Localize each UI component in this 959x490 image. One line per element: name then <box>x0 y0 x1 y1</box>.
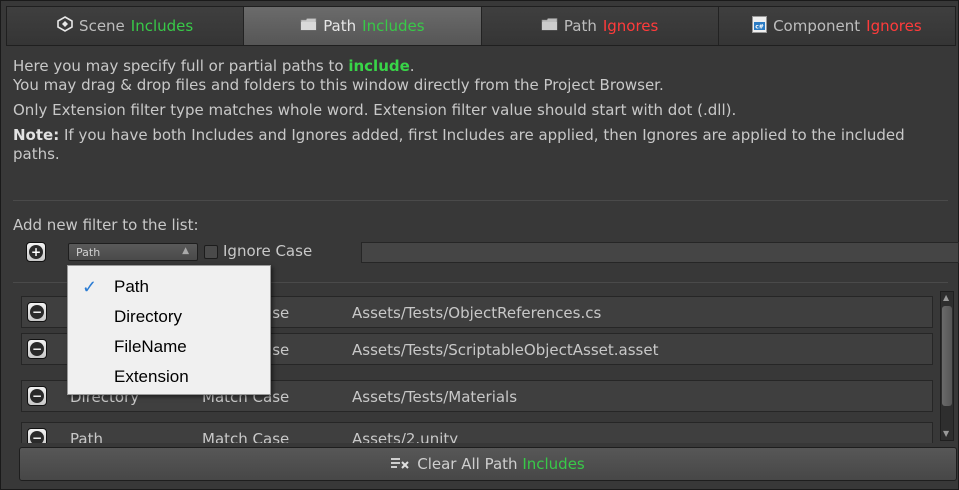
csharp-script-icon: c# <box>752 15 768 37</box>
help-note: Note: If you have both Includes and Igno… <box>13 126 948 164</box>
minus-icon: − <box>30 342 44 356</box>
note-label: Note: <box>13 126 60 144</box>
help-line2: You may drag & drop files and folders to… <box>13 76 664 94</box>
ignore-case-checkbox[interactable] <box>204 245 218 259</box>
menu-item-filename[interactable]: FileName <box>68 332 270 362</box>
clear-label-prefix: Clear All Path <box>417 455 518 473</box>
tab-label-suffix: Includes <box>130 17 194 35</box>
menu-item-label: Extension <box>114 367 189 386</box>
help-line1-text: Here you may specify full or partial pat… <box>13 57 349 75</box>
remove-filter-button[interactable]: − <box>27 302 47 322</box>
tab-label-prefix: Component <box>773 17 861 35</box>
filter-type: Path <box>70 430 103 443</box>
help-include-word: include <box>348 57 410 75</box>
filter-path: Assets/2.unity <box>352 430 459 443</box>
ignore-case-label: Ignore Case <box>223 242 313 260</box>
help-line1-end: . <box>409 57 415 75</box>
menu-item-extension[interactable]: Extension <box>68 362 270 392</box>
filter-type-menu: ✓ Path Directory FileName Extension <box>67 265 271 395</box>
svg-text:c#: c# <box>755 23 764 30</box>
minus-icon: − <box>30 305 44 319</box>
tab-path-includes[interactable]: Path Includes <box>244 7 482 45</box>
menu-item-label: Directory <box>114 307 183 326</box>
scrollbar-thumb[interactable] <box>942 306 952 406</box>
tab-label-prefix: Scene <box>79 17 125 35</box>
filter-path: Assets/Tests/Materials <box>352 388 518 406</box>
help-text: Here you may specify full or partial pat… <box>13 57 948 170</box>
clear-list-icon <box>391 455 409 473</box>
menu-item-directory[interactable]: Directory <box>68 302 270 332</box>
checkmark-icon: ✓ <box>82 277 98 297</box>
tab-label-suffix: Ignores <box>866 17 922 35</box>
clear-all-button[interactable]: Clear All Path Includes <box>19 447 957 481</box>
menu-item-label: Path <box>114 277 149 296</box>
menu-item-label: FileName <box>114 337 187 356</box>
minus-icon: − <box>30 389 44 403</box>
folder-icon <box>300 17 317 35</box>
filter-path: Assets/Tests/ObjectReferences.cs <box>352 304 602 322</box>
remove-filter-button[interactable]: − <box>27 386 47 406</box>
tab-scene-includes[interactable]: Scene Includes <box>7 7 245 45</box>
list-item: − Path Match Case Assets/2.unity <box>21 422 933 443</box>
divider <box>13 200 948 201</box>
help-line3: Only Extension filter type matches whole… <box>13 101 737 119</box>
filter-type-value: Path <box>76 245 101 259</box>
filter-path-input[interactable] <box>361 242 959 263</box>
scroll-down-icon[interactable]: ▼ <box>943 429 949 439</box>
folder-icon <box>541 17 558 35</box>
list-scrollbar[interactable]: ▲ ▼ <box>940 291 954 441</box>
tab-label-prefix: Path <box>323 17 357 35</box>
add-filter-button[interactable]: + <box>26 242 46 262</box>
unity-logo-icon <box>57 16 73 36</box>
filter-case: Match Case <box>202 430 290 443</box>
scroll-up-icon[interactable]: ▲ <box>943 293 949 303</box>
clear-label-suffix: Includes <box>522 455 585 473</box>
help-intro: Here you may specify full or partial pat… <box>13 57 948 95</box>
filter-path: Assets/Tests/ScriptableObjectAsset.asset <box>352 341 659 359</box>
tab-component-ignores[interactable]: c# Component Ignores <box>718 7 955 45</box>
remove-filter-button[interactable]: − <box>27 428 47 443</box>
updown-arrows-icon: ▲︎ <box>182 246 189 256</box>
remove-filter-button[interactable]: − <box>27 339 47 359</box>
note-text: If you have both Includes and Ignores ad… <box>13 126 905 163</box>
minus-icon: − <box>30 431 44 443</box>
tab-bar: Scene Includes Path Includes Path Ignore… <box>6 6 956 46</box>
tab-label-suffix: Ignores <box>602 17 659 35</box>
plus-icon: + <box>29 245 43 259</box>
add-filter-label: Add new filter to the list: <box>13 216 199 234</box>
clear-button-label: Clear All Path Includes <box>417 455 585 473</box>
filter-type-dropdown[interactable]: Path ▲︎ <box>68 243 198 261</box>
tab-path-ignores[interactable]: Path Ignores <box>481 7 719 45</box>
menu-item-path[interactable]: ✓ Path <box>68 272 270 302</box>
tab-label-prefix: Path <box>563 17 597 35</box>
tab-label-suffix: Includes <box>362 17 425 35</box>
filters-window: Scene Includes Path Includes Path Ignore… <box>0 0 959 490</box>
